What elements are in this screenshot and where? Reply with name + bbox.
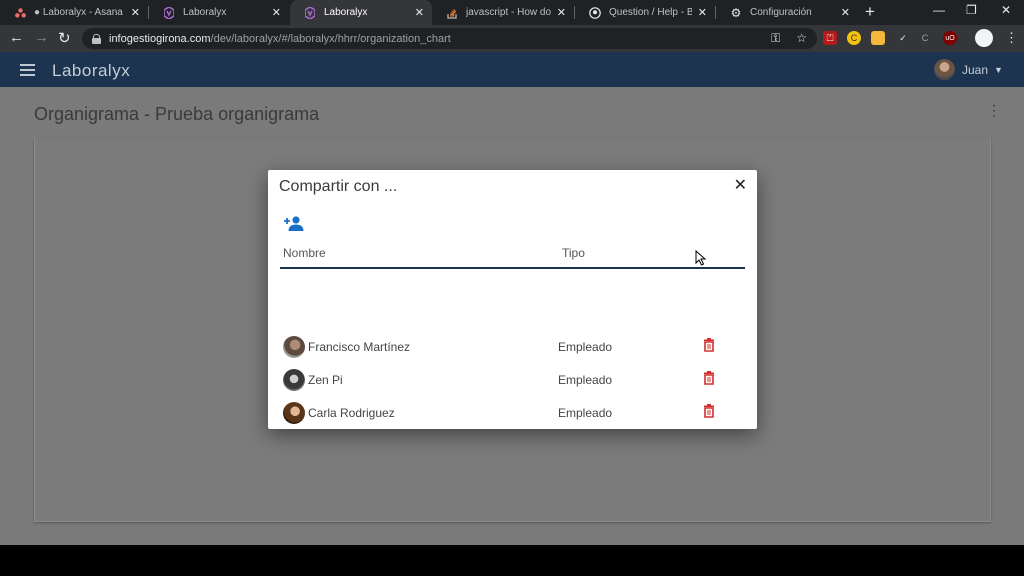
user-name: Juan bbox=[962, 62, 989, 77]
address-bar[interactable]: infogestiogirona.com/dev/laboralyx/#/lab… bbox=[82, 28, 817, 49]
menu-icon[interactable] bbox=[20, 64, 35, 76]
close-tab-icon[interactable]: ✕ bbox=[557, 6, 566, 19]
page-title: Organigrama - Prueba organigrama bbox=[34, 104, 320, 124]
close-tab-icon[interactable]: ✕ bbox=[131, 6, 140, 19]
close-tab-icon[interactable]: ✕ bbox=[698, 6, 707, 19]
avatar bbox=[283, 336, 305, 358]
avatar bbox=[283, 369, 305, 391]
browser-tab[interactable]: Laboralyx ✕ bbox=[149, 0, 289, 25]
tab-title: javascript - How do I re bbox=[466, 7, 551, 18]
close-tab-icon[interactable]: ✕ bbox=[272, 6, 281, 19]
new-tab-button[interactable]: + bbox=[865, 2, 875, 22]
asana-icon bbox=[14, 7, 26, 19]
share-dialog: Compartir con ... ✕ Nombre Tipo Francisc… bbox=[268, 170, 757, 429]
laboralyx-icon bbox=[163, 6, 175, 19]
user-name-cell: Carla Rodriguez bbox=[308, 406, 395, 420]
tab-title: Laboralyx bbox=[183, 7, 227, 18]
user-type-cell: Empleado bbox=[558, 340, 613, 354]
github-icon bbox=[589, 6, 601, 19]
brand-title[interactable]: Laboralyx bbox=[52, 61, 130, 81]
avatar bbox=[934, 59, 955, 80]
notes-extension-icon[interactable] bbox=[871, 31, 885, 45]
table-row: Francisco Martínez Empleado bbox=[283, 332, 738, 362]
close-tab-icon[interactable]: ✕ bbox=[415, 6, 424, 19]
tab-title: Laboralyx bbox=[324, 7, 368, 18]
url-path: /dev/laboralyx/#/laboralyx/hhrr/organiza… bbox=[210, 32, 451, 45]
user-type-cell: Empleado bbox=[558, 373, 613, 387]
table-row: Zen Pi Empleado bbox=[283, 365, 738, 395]
reload-icon[interactable]: ↻ bbox=[58, 29, 71, 47]
extension-icon[interactable]: C bbox=[847, 31, 861, 45]
table-header: Nombre Tipo bbox=[280, 243, 745, 269]
ublock-icon[interactable]: uO bbox=[943, 31, 957, 45]
more-vert-icon[interactable]: ⋮ bbox=[987, 102, 1001, 119]
tab-title: Configuración bbox=[750, 7, 812, 18]
column-header-name[interactable]: Nombre bbox=[283, 246, 326, 260]
app-bar: Laboralyx Juan ▼ bbox=[0, 52, 1024, 87]
browser-tab[interactable]: Question / Help - Black ✕ bbox=[575, 0, 715, 25]
star-icon[interactable]: ☆ bbox=[796, 31, 807, 46]
minimize-icon[interactable]: — bbox=[933, 3, 945, 17]
stackoverflow-icon bbox=[446, 7, 458, 19]
user-menu[interactable]: Juan ▼ bbox=[934, 59, 1003, 80]
user-name-cell: Francisco Martínez bbox=[308, 340, 411, 354]
gear-icon: ⚙ bbox=[730, 5, 742, 20]
extension-icon[interactable]: ✓ bbox=[896, 31, 910, 45]
browser-tab-active[interactable]: Laboralyx ✕ bbox=[290, 0, 432, 25]
url-host: infogestiogirona.com bbox=[109, 32, 211, 45]
browser-menu-icon[interactable]: ⋮ bbox=[1005, 30, 1018, 46]
close-tab-icon[interactable]: ✕ bbox=[841, 6, 850, 19]
lock-icon bbox=[92, 33, 101, 44]
close-window-icon[interactable]: ✕ bbox=[1001, 3, 1011, 17]
forward-icon[interactable]: → bbox=[34, 29, 49, 46]
browser-tab[interactable]: javascript - How do I re ✕ bbox=[432, 0, 574, 25]
delete-icon[interactable] bbox=[703, 371, 715, 385]
close-icon[interactable]: ✕ bbox=[734, 175, 747, 195]
user-name-cell: Zen Pi bbox=[308, 373, 343, 387]
browser-toolbar: ← → ↻ infogestiogirona.com/dev/laboralyx… bbox=[0, 25, 1024, 52]
delete-icon[interactable] bbox=[703, 338, 715, 352]
pdf-extension-icon[interactable]: ⏍ bbox=[823, 31, 837, 45]
dialog-title: Compartir con ... bbox=[279, 178, 398, 195]
browser-tab[interactable]: ● Laboralyx - Asana ✕ bbox=[0, 0, 148, 25]
browser-tab-bar: ● Laboralyx - Asana ✕ Laboralyx ✕ Labora… bbox=[0, 0, 1024, 25]
add-user-icon[interactable] bbox=[283, 214, 305, 232]
avatar bbox=[283, 402, 305, 424]
back-icon[interactable]: ← bbox=[9, 29, 24, 46]
table-row: Carla Rodriguez Empleado bbox=[283, 398, 738, 428]
chevron-down-icon: ▼ bbox=[994, 64, 1003, 75]
delete-icon[interactable] bbox=[703, 404, 715, 418]
extension-icon[interactable]: C bbox=[918, 31, 932, 45]
app: Laboralyx Juan ▼ Organigrama - Prueba or… bbox=[0, 52, 1024, 545]
mouse-cursor-icon bbox=[695, 249, 707, 266]
profile-avatar[interactable] bbox=[975, 29, 993, 47]
user-type-cell: Empleado bbox=[558, 406, 613, 420]
restore-icon[interactable]: ❐ bbox=[966, 3, 977, 17]
tab-title: Question / Help - Black bbox=[609, 7, 692, 18]
browser-tab[interactable]: ⚙ Configuración ✕ bbox=[716, 0, 858, 25]
column-header-type[interactable]: Tipo bbox=[562, 246, 585, 260]
laboralyx-icon bbox=[304, 6, 316, 19]
key-icon[interactable]: ⚿ bbox=[771, 31, 780, 46]
tab-title: ● Laboralyx - Asana bbox=[34, 7, 123, 18]
